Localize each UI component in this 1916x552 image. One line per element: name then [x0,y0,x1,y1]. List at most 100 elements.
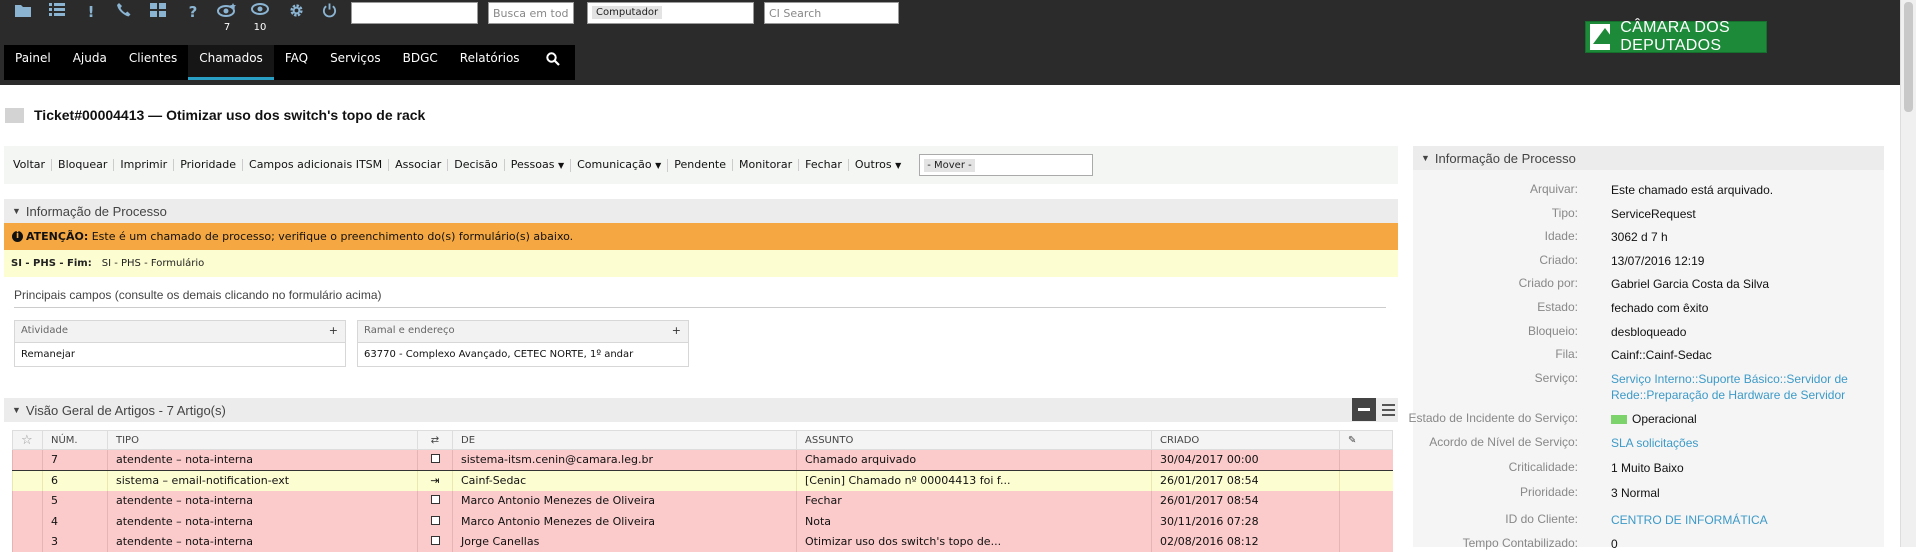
expand-plus-icon[interactable]: + [329,324,338,337]
caret-down-icon: ▼ [558,161,564,170]
sidebar-header[interactable]: ▼ Informação de Processo [1413,146,1884,170]
caret-down-icon: ▼ [12,405,21,415]
minus-icon [1358,408,1370,411]
main-fields-text: Principais campos (consulte os demais cl… [14,288,382,302]
field-value: Remanejar [15,343,345,366]
action-associar[interactable]: Associar [389,159,448,171]
nav-search-button[interactable] [531,45,575,80]
flow-label: SI - PHS - Fim: [11,258,92,269]
column-header-assunto[interactable]: ASSUNTO [797,431,1152,450]
caret-down-icon: ▼ [1421,153,1430,163]
phone-icon[interactable] [113,3,135,21]
collapse-view-button[interactable] [1352,398,1376,421]
search-icon [546,49,560,76]
list-icon[interactable] [46,3,68,21]
table-row[interactable]: 6sistema – email-notification-ext ⇥ Cain… [13,470,1393,491]
action-outros[interactable]: Outros ▼ [849,159,907,172]
attachment-column-header[interactable]: ✎ [1340,431,1393,450]
column-header-criado[interactable]: CRIADO [1152,431,1340,450]
service-link[interactable]: Serviço Interno::Suporte Básico::Servido… [1611,371,1876,403]
sidebar-title: Informação de Processo [1435,151,1576,166]
table-row[interactable]: 5atendente – nota-interna Marco Antonio … [13,491,1393,512]
table-row[interactable]: 3atendente – nota-interna Jorge Canellas… [13,532,1393,552]
direction-column-header[interactable]: ⇄ [418,431,453,450]
divider [14,307,1386,308]
nav-clientes[interactable]: Clientes [118,45,188,80]
attention-text: Este é um chamado de processo; verifique… [92,230,573,243]
eye-icon[interactable] [249,3,271,21]
field-value: 63770 - Complexo Avançado, CETEC NORTE, … [358,343,688,366]
camara-emblem-icon [1590,24,1610,50]
column-header-num[interactable]: NÚM. [43,431,108,450]
quick-search-input[interactable] [351,2,478,24]
nav-relatorios[interactable]: Relatórios [449,45,531,80]
eye-new-count: 7 [216,22,238,33]
help-icon[interactable]: ? [182,3,204,21]
move-queue-select[interactable]: - Mover - [919,154,1093,176]
action-bloquear[interactable]: Bloquear [52,159,114,171]
top-toolbar: ! ? 7 10 Computador Painel Ajuda Cliente… [0,0,1900,85]
move-selected-value: - Mover - [924,159,975,172]
search-all-input[interactable] [488,2,574,24]
action-pendente[interactable]: Pendente [668,159,733,171]
action-voltar[interactable]: Voltar [13,159,52,171]
power-icon[interactable] [318,3,340,21]
gear-icon[interactable] [285,3,307,21]
action-campos-adicionais[interactable]: Campos adicionais ITSM [243,159,389,171]
action-comunicacao[interactable]: Comunicação ▼ [571,159,668,172]
table-row[interactable]: 7atendente – nota-interna sistema-itsm.c… [13,450,1393,471]
camara-logo-text: CÂMARA DOS DEPUTADOS [1620,19,1766,55]
note-icon [431,516,440,525]
column-header-tipo[interactable]: TIPO [108,431,418,450]
ticket-action-menu: Voltar Bloquear Imprimir Prioridade Camp… [4,146,1398,184]
action-outros-label: Outros [855,158,892,171]
nav-ajuda[interactable]: Ajuda [62,45,118,80]
camara-logo[interactable]: CÂMARA DOS DEPUTADOS [1585,21,1767,53]
action-pessoas[interactable]: Pessoas ▼ [505,159,571,172]
list-view-button[interactable] [1382,398,1398,421]
eye-new-icon[interactable] [216,3,238,21]
ticket-title: Ticket#00004413 — Otimizar uso dos switc… [5,107,425,123]
caret-down-icon: ▼ [12,206,21,216]
star-icon: ☆ [21,433,33,448]
main-nav: Painel Ajuda Clientes Chamados FAQ Servi… [4,45,575,80]
flow-value-link[interactable]: SI - PHS - Formulário [102,258,205,269]
action-imprimir[interactable]: Imprimir [114,159,174,171]
action-decisao[interactable]: Decisão [448,159,505,171]
dashboard-icon[interactable] [147,3,169,21]
field-label: Ramal e endereço [364,325,455,336]
page-title: Ticket#00004413 — Otimizar uso dos switc… [34,107,425,123]
computer-selected-tag: Computador [592,6,662,19]
page-scrollbar[interactable] [1900,0,1916,547]
caret-down-icon: ▼ [655,161,661,170]
expand-plus-icon[interactable]: + [672,324,681,337]
process-info-header[interactable]: ▼ Informação de Processo [4,199,1398,223]
action-monitorar[interactable]: Monitorar [733,159,799,171]
folder-icon[interactable] [12,3,34,21]
note-icon [431,495,440,504]
articles-table: ☆ NÚM. TIPO ⇄ DE ASSUNTO CRIADO ✎ 7atend… [12,430,1393,552]
table-row[interactable]: 4atendente – nota-interna Marco Antonio … [13,511,1393,532]
nav-chamados[interactable]: Chamados [188,45,274,80]
nav-bdgc[interactable]: BDGC [392,45,449,80]
nav-painel[interactable]: Painel [4,45,62,80]
articles-title: Visão Geral de Artigos - 7 Artigo(s) [26,403,226,418]
ci-search-input[interactable] [764,2,899,24]
outgoing-email-icon: ⇥ [430,474,439,487]
nav-faq[interactable]: FAQ [274,45,319,80]
status-operational-indicator [1611,415,1627,424]
exclamation-icon[interactable]: ! [80,3,102,21]
scrollbar-thumb[interactable] [1904,2,1913,112]
action-prioridade[interactable]: Prioridade [174,159,243,171]
nav-servicos[interactable]: Serviços [319,45,392,80]
column-header-de[interactable]: DE [453,431,797,450]
computer-select[interactable]: Computador [587,2,754,24]
action-comunicacao-label: Comunicação [577,158,651,171]
sla-link[interactable]: SLA solicitações [1611,435,1876,451]
articles-header[interactable]: ▼ Visão Geral de Artigos - 7 Artigo(s) [4,398,1398,422]
customer-id-link[interactable]: CENTRO DE INFORMÁTICA [1611,512,1876,528]
info-icon: i [12,231,23,242]
star-column-header[interactable]: ☆ [13,431,43,450]
action-fechar[interactable]: Fechar [799,159,849,171]
field-label: Atividade [21,325,68,336]
